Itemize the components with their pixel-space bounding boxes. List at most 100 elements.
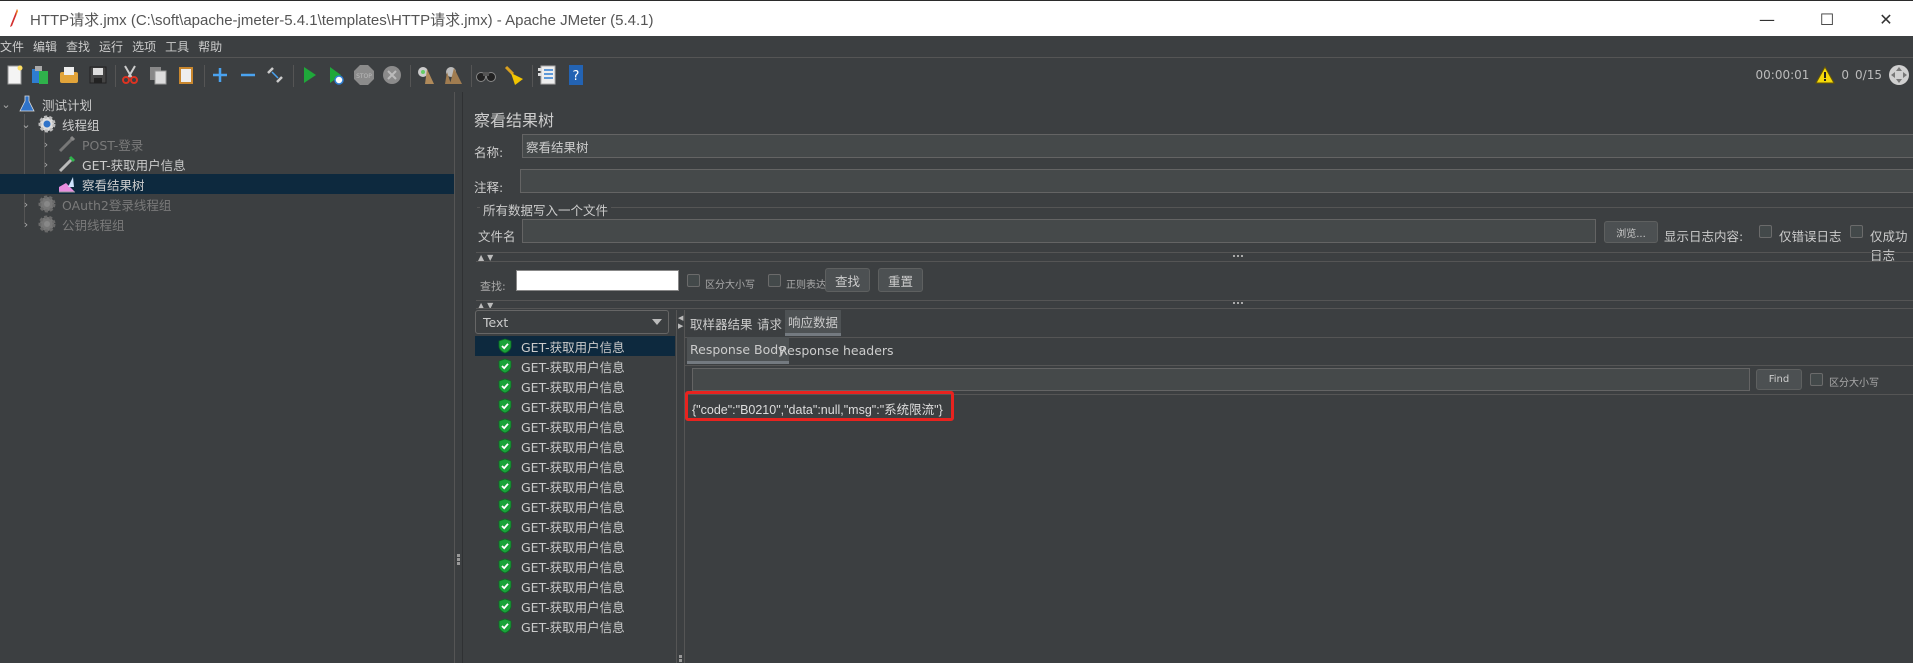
response-body-text[interactable]: {"code":"B0210","data":null,"msg":"系统限流"…: [692, 399, 943, 418]
tree-item-view-results-tree[interactable]: 察看结果树: [0, 174, 454, 194]
tree-item-thread-group[interactable]: ⌄ 线程组: [0, 114, 454, 134]
grip-dot: [679, 659, 682, 662]
tree-item-get-user-info[interactable]: › GET-获取用户信息: [0, 154, 454, 174]
split-arrows-icon[interactable]: ◀ ▶: [678, 314, 683, 330]
chevron-down-icon[interactable]: ⌄: [0, 98, 12, 111]
errors-only-checkbox[interactable]: [1759, 225, 1772, 238]
subtab-response-body[interactable]: Response Body: [687, 337, 789, 364]
chevron-right-icon[interactable]: ›: [40, 138, 52, 151]
result-list-item[interactable]: GET-获取用户信息: [475, 416, 675, 436]
renderer-select[interactable]: Text: [475, 310, 669, 334]
tab-sampler-result[interactable]: 取样器结果: [687, 310, 756, 336]
result-list-item[interactable]: GET-获取用户信息: [475, 476, 675, 496]
success-only-checkbox[interactable]: [1850, 225, 1863, 238]
menu-tools[interactable]: 工具: [165, 38, 193, 55]
clear-button[interactable]: [414, 64, 436, 86]
response-case-sensitive-checkbox[interactable]: [1810, 373, 1823, 386]
save-button[interactable]: [87, 64, 109, 86]
case-sensitive-checkbox[interactable]: [687, 274, 700, 287]
result-item-label: GET-获取用户信息: [521, 459, 625, 475]
tree-item-oauth2-thread-group[interactable]: › OAuth2登录线程组: [0, 194, 454, 214]
chevron-right-icon[interactable]: ›: [20, 198, 32, 211]
start-no-pauses-button[interactable]: [325, 64, 347, 86]
grip-dots[interactable]: [1233, 302, 1243, 304]
shutdown-button[interactable]: [381, 64, 403, 86]
result-list-item[interactable]: GET-获取用户信息: [475, 336, 675, 356]
result-list-item[interactable]: GET-获取用户信息: [475, 556, 675, 576]
tree-item-public-key-thread-group[interactable]: › 公钥线程组: [0, 214, 454, 234]
filename-input[interactable]: [522, 219, 1596, 243]
maximize-button[interactable]: ☐: [1804, 1, 1850, 37]
menu-help[interactable]: 帮助: [198, 38, 226, 55]
result-list-item[interactable]: GET-获取用户信息: [475, 456, 675, 476]
title-bar: HTTP请求.jmx (C:\soft\apache-jmeter-5.4.1\…: [0, 0, 1913, 36]
result-list-item[interactable]: GET-获取用户信息: [475, 616, 675, 636]
chevron-down-icon[interactable]: ⌄: [20, 118, 32, 131]
chevron-right-icon[interactable]: ›: [20, 218, 32, 231]
main-split-divider[interactable]: [454, 92, 463, 663]
result-list-item[interactable]: GET-获取用户信息: [475, 436, 675, 456]
warning-icon[interactable]: [1815, 66, 1836, 84]
collapse-all-button[interactable]: [237, 64, 259, 86]
response-find-button[interactable]: Find: [1756, 369, 1802, 390]
start-button[interactable]: [298, 64, 320, 86]
success-shield-icon: [498, 358, 512, 374]
regex-checkbox[interactable]: [768, 274, 781, 287]
grip-dots[interactable]: [1233, 255, 1243, 257]
browse-button[interactable]: 浏览...: [1604, 221, 1658, 243]
help-button[interactable]: ?: [565, 64, 587, 86]
menu-file[interactable]: 文件: [0, 38, 28, 55]
shutdown-icon: [383, 66, 401, 84]
templates-button[interactable]: [29, 64, 51, 86]
result-item-label: GET-获取用户信息: [521, 559, 625, 575]
find-button[interactable]: 查找: [825, 268, 870, 292]
paste-icon: [179, 67, 193, 84]
result-list-item[interactable]: GET-获取用户信息: [475, 496, 675, 516]
minimize-button[interactable]: —: [1744, 1, 1790, 37]
subtab-response-headers[interactable]: Response headers: [776, 337, 897, 364]
search-input[interactable]: [516, 270, 679, 291]
tab-request[interactable]: 请求: [754, 310, 785, 336]
menu-run[interactable]: 运行: [99, 38, 127, 55]
jmeter-feather-icon: [10, 9, 18, 27]
result-item-label: GET-获取用户信息: [521, 539, 625, 555]
view-results-tree-panel: 察看结果树 名称: 察看结果树 注释: 所有数据写入一个文件 文件名 浏览...…: [463, 92, 1913, 663]
result-list-item[interactable]: GET-获取用户信息: [475, 536, 675, 556]
result-item-label: GET-获取用户信息: [521, 419, 625, 435]
tab-response-data[interactable]: 响应数据: [785, 310, 842, 336]
result-list-item[interactable]: GET-获取用户信息: [475, 376, 675, 396]
result-list-item[interactable]: GET-获取用户信息: [475, 576, 675, 596]
result-list-item[interactable]: GET-获取用户信息: [475, 356, 675, 376]
stop-button[interactable]: STOP: [353, 64, 375, 86]
open-button[interactable]: [58, 64, 80, 86]
menu-options[interactable]: 选项: [132, 38, 160, 55]
section-divider: [476, 300, 1913, 301]
success-shield-icon: [498, 518, 512, 534]
result-list-item[interactable]: GET-获取用户信息: [475, 596, 675, 616]
chevron-right-icon[interactable]: ›: [40, 158, 52, 171]
menu-edit[interactable]: 编辑: [33, 38, 61, 55]
tree-item-test-plan[interactable]: ⌄ 测试计划: [0, 94, 454, 114]
search-button[interactable]: [475, 64, 497, 86]
cut-button[interactable]: [119, 64, 141, 86]
clear-all-button[interactable]: [442, 64, 464, 86]
reset-search-button[interactable]: [503, 64, 525, 86]
result-list-item[interactable]: GET-获取用户信息: [475, 396, 675, 416]
new-button[interactable]: [4, 64, 26, 86]
tree-item-post-login[interactable]: › POST-登录: [0, 134, 454, 154]
response-find-input[interactable]: [692, 368, 1750, 391]
minimize-icon: —: [1759, 9, 1775, 29]
success-shield-icon: [498, 478, 512, 494]
copy-button[interactable]: [147, 64, 169, 86]
comment-input[interactable]: [520, 169, 1913, 193]
name-input[interactable]: 察看结果树: [522, 134, 1913, 158]
paste-button[interactable]: [175, 64, 197, 86]
result-list-item[interactable]: GET-获取用户信息: [475, 516, 675, 536]
reset-button[interactable]: 重置: [878, 268, 923, 292]
results-split-divider[interactable]: ◀ ▶: [676, 310, 685, 663]
menu-search[interactable]: 查找: [66, 38, 94, 55]
close-button[interactable]: ✕: [1863, 1, 1909, 37]
toggle-button[interactable]: [264, 64, 286, 86]
expand-all-button[interactable]: [209, 64, 231, 86]
function-helper-button[interactable]: [536, 64, 558, 86]
